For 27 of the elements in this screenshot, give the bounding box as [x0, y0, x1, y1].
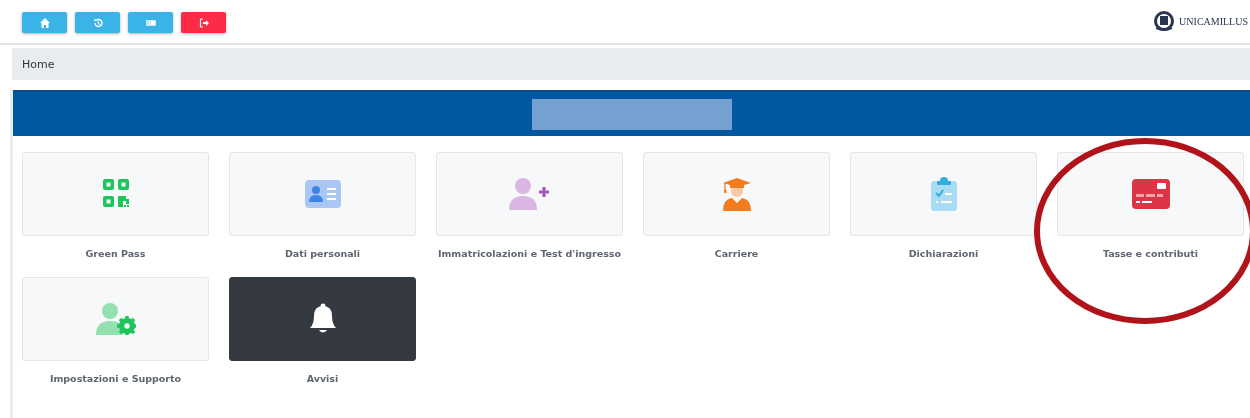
logo-text: UNICAMILLUS	[1179, 14, 1248, 29]
user-settings-icon	[95, 303, 136, 335]
tile-label[interactable]: Carriere	[714, 248, 759, 259]
id-card-button[interactable]	[128, 12, 173, 33]
logout-icon	[197, 16, 210, 29]
credit-card-icon	[1131, 179, 1170, 209]
bell-icon	[308, 303, 337, 335]
history-icon	[91, 16, 104, 29]
qr-code-icon	[102, 179, 129, 209]
graduate-icon	[721, 177, 752, 211]
tile-label[interactable]: Immatricolazioni e Test d'ingresso	[437, 248, 622, 259]
home-button[interactable]	[22, 12, 67, 33]
id-card-icon	[304, 180, 341, 208]
tile-label[interactable]: Avvisi	[306, 373, 339, 384]
history-button[interactable]	[75, 12, 120, 33]
tile-card[interactable]	[229, 277, 416, 361]
breadcrumb-item[interactable]: Home	[22, 58, 55, 71]
clipboard-icon	[930, 177, 957, 211]
add-user-icon	[508, 178, 551, 210]
logout-button[interactable]	[181, 12, 226, 33]
tile-label[interactable]: Green Pass	[85, 248, 146, 259]
tile-label[interactable]: Tasse e contributi	[1102, 248, 1199, 259]
crest-icon	[1153, 10, 1176, 32]
home-icon	[38, 16, 51, 29]
tile-label[interactable]: Dati personali	[284, 248, 361, 259]
tile-label[interactable]: Impostazioni e Supporto	[49, 373, 182, 384]
tile-label[interactable]: Dichiarazioni	[908, 248, 979, 259]
